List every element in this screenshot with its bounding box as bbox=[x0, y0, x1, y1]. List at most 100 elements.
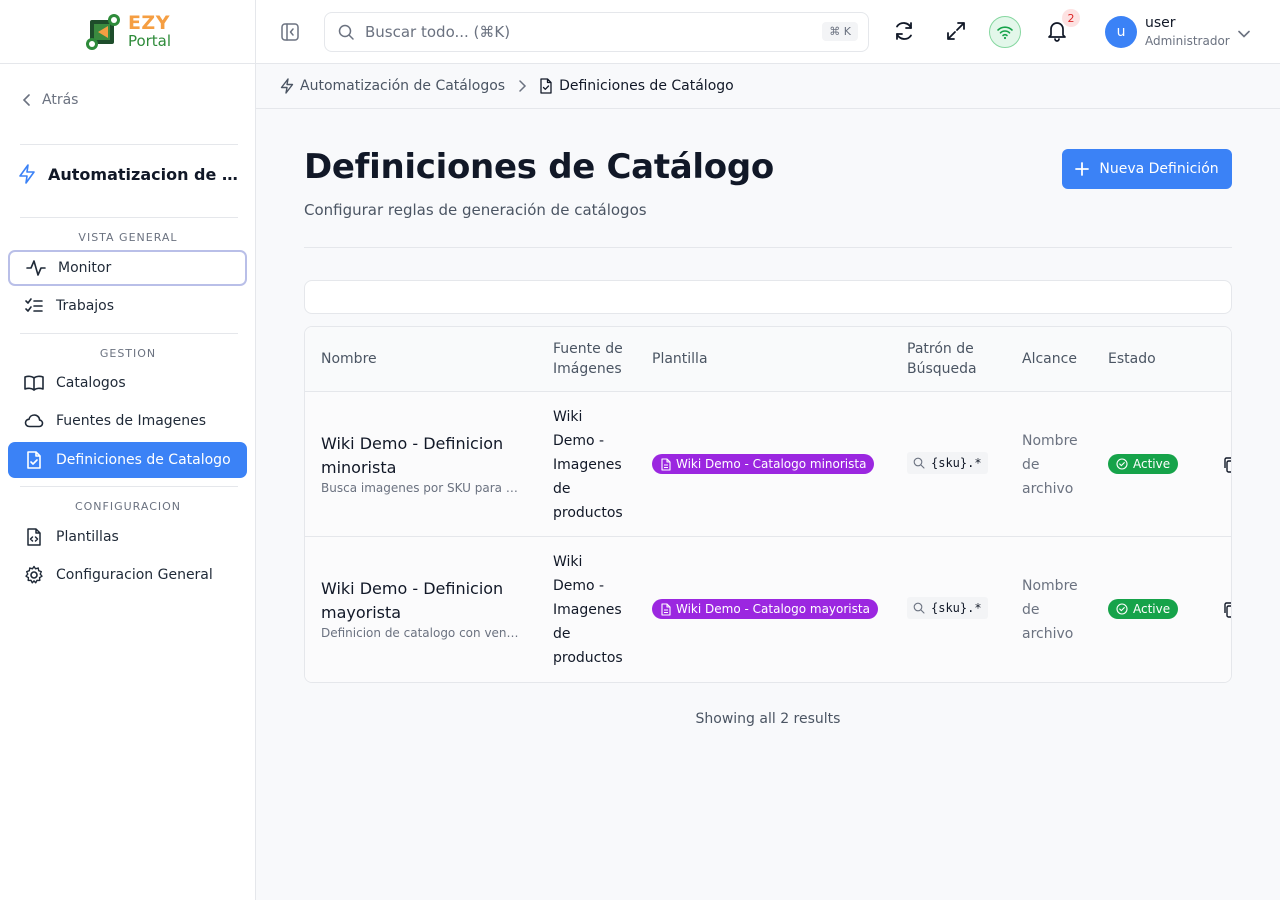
breadcrumb-current: Definiciones de Catálogo bbox=[539, 78, 734, 94]
table-row[interactable]: Wiki Demo - Definicion mayorista Definic… bbox=[305, 537, 1232, 682]
breadcrumb-parent-label: Automatización de Catálogos bbox=[300, 78, 506, 94]
copy-icon[interactable] bbox=[1223, 602, 1232, 618]
user-role: Administrador bbox=[1145, 34, 1230, 48]
new-definition-label: Nueva Definición bbox=[1099, 161, 1219, 177]
connection-status[interactable] bbox=[989, 16, 1021, 48]
user-name[interactable]: user bbox=[1145, 15, 1176, 31]
cloud-icon bbox=[24, 414, 44, 428]
column-header-fuente-line2[interactable]: Imágenes bbox=[553, 359, 622, 379]
chevron-down-icon bbox=[1238, 30, 1250, 38]
search-pattern: {sku}.* bbox=[907, 597, 988, 619]
row-alcance-line: Nombre bbox=[1022, 433, 1078, 449]
column-header-patron-line2[interactable]: Búsqueda bbox=[907, 359, 977, 379]
breadcrumb-current-label: Definiciones de Catálogo bbox=[559, 78, 734, 94]
sidebar-item-label: Monitor bbox=[58, 260, 112, 276]
sidebar-divider bbox=[20, 486, 238, 487]
check-circle-icon bbox=[1116, 603, 1128, 615]
refresh-button[interactable] bbox=[893, 20, 915, 46]
sidebar-divider bbox=[20, 217, 238, 218]
search-pattern: {sku}.* bbox=[907, 452, 988, 474]
logo-mark-icon bbox=[85, 13, 120, 50]
breadcrumb: Automatización de Catálogos Definiciones… bbox=[256, 64, 1280, 109]
module-title: Automatizacion de Catalogos bbox=[48, 164, 240, 184]
section-label-configuracion: CONFIGURACION bbox=[74, 500, 182, 513]
breadcrumb-parent[interactable]: Automatización de Catálogos bbox=[280, 78, 505, 94]
chevron-right-icon bbox=[519, 80, 527, 92]
user-menu-toggle[interactable] bbox=[1238, 26, 1250, 42]
row-fuente-line: productos bbox=[553, 505, 623, 521]
book-open-icon bbox=[24, 375, 44, 391]
column-header-nombre[interactable]: Nombre bbox=[321, 349, 377, 369]
search-icon bbox=[338, 24, 354, 40]
sidebar-item-label: Configuracion General bbox=[56, 567, 213, 583]
notification-count-badge: 2 bbox=[1062, 9, 1080, 27]
definitions-table: Nombre Fuente de Imágenes Plantilla Patr… bbox=[304, 326, 1232, 683]
sidebar-item-label: Definiciones de Catalogo bbox=[56, 452, 231, 468]
sidebar-item-label: Trabajos bbox=[56, 298, 115, 314]
template-badge[interactable]: Wiki Demo - Catalogo minorista bbox=[652, 454, 875, 474]
sidebar-item-configuracion-general[interactable]: Configuracion General bbox=[8, 557, 247, 593]
check-circle-icon bbox=[1116, 458, 1128, 470]
sidebar-item-trabajos[interactable]: Trabajos bbox=[8, 288, 247, 324]
column-header-fuente-line1[interactable]: Fuente de bbox=[553, 339, 623, 359]
sidebar-item-catalogos[interactable]: Catalogos bbox=[8, 365, 247, 401]
row-alcance-line: de bbox=[1022, 602, 1040, 618]
row-alcance-line: de bbox=[1022, 457, 1040, 473]
zap-icon bbox=[19, 164, 35, 184]
logo-name-top: EZY bbox=[127, 12, 170, 34]
column-header-estado[interactable]: Estado bbox=[1108, 349, 1156, 369]
filter-bar[interactable] bbox=[304, 280, 1232, 314]
fullscreen-button[interactable] bbox=[945, 20, 967, 46]
status-badge-label: Active bbox=[1133, 457, 1171, 471]
copy-icon[interactable] bbox=[1223, 457, 1232, 473]
sidebar-item-monitor[interactable]: Monitor bbox=[8, 250, 247, 286]
row-description: Busca imagenes por SKU para catalogo min… bbox=[321, 481, 523, 495]
column-header-alcance[interactable]: Alcance bbox=[1022, 349, 1077, 369]
top-header: Buscar todo... (⌘K) ⌘ K 2 u user Adminis… bbox=[256, 0, 1280, 64]
page-subtitle: Configurar reglas de generación de catál… bbox=[304, 201, 647, 219]
new-definition-button[interactable]: Nueva Definición bbox=[1062, 149, 1232, 189]
search-pattern-text: {sku}.* bbox=[931, 456, 982, 470]
table-header: Nombre Fuente de Imágenes Plantilla Patr… bbox=[305, 327, 1231, 392]
sidebar-item-label: Plantillas bbox=[56, 529, 119, 545]
template-badge[interactable]: Wiki Demo - Catalogo mayorista bbox=[652, 599, 878, 619]
results-count: Showing all 2 results bbox=[695, 711, 841, 727]
logo-name-bottom: Portal bbox=[127, 32, 172, 50]
sidebar-divider bbox=[20, 144, 238, 145]
row-fuente-line: de bbox=[553, 481, 571, 497]
sidebar-item-fuentes-de-imagenes[interactable]: Fuentes de Imagenes bbox=[8, 403, 247, 439]
back-label: Atrás bbox=[42, 92, 79, 108]
file-check-icon bbox=[540, 78, 552, 94]
back-link[interactable]: Atrás bbox=[22, 92, 78, 108]
sidebar-toggle-button[interactable] bbox=[280, 22, 300, 46]
row-fuente-line: Wiki bbox=[553, 409, 583, 425]
sidebar-item-label: Catalogos bbox=[56, 375, 126, 391]
ezy-portal-logo[interactable]: EZY Portal bbox=[84, 12, 171, 52]
sidebar-item-definiciones-de-catalogo[interactable]: Definiciones de Catalogo bbox=[8, 442, 247, 478]
activity-icon bbox=[26, 260, 46, 276]
template-badge-label: Wiki Demo - Catalogo minorista bbox=[676, 457, 867, 471]
settings-icon bbox=[25, 565, 43, 584]
search-input[interactable]: Buscar todo... (⌘K) ⌘ K bbox=[324, 12, 869, 52]
column-header-plantilla[interactable]: Plantilla bbox=[652, 349, 708, 369]
row-fuente-line: Wiki bbox=[553, 554, 583, 570]
avatar[interactable]: u bbox=[1105, 16, 1137, 48]
sidebar-item-plantillas[interactable]: Plantillas bbox=[8, 519, 247, 555]
row-name-line1: Wiki Demo - Definicion bbox=[321, 579, 504, 598]
search-code-icon bbox=[913, 602, 925, 614]
section-label-gestion: GESTION bbox=[99, 347, 157, 360]
panel-left-close-icon bbox=[281, 23, 299, 41]
table-row[interactable]: Wiki Demo - Definicion minorista Busca i… bbox=[305, 392, 1232, 537]
row-alcance-line: Nombre bbox=[1022, 578, 1078, 594]
maximize-icon bbox=[947, 22, 965, 40]
row-name-line1: Wiki Demo - Definicion bbox=[321, 434, 504, 453]
module-header: Automatizacion de Catalogos bbox=[18, 164, 240, 184]
refresh-icon bbox=[896, 22, 912, 40]
sidebar-divider bbox=[20, 333, 238, 334]
row-fuente-line: Imagenes bbox=[553, 457, 622, 473]
section-label-vista-general: VISTA GENERAL bbox=[78, 231, 178, 244]
search-code-icon bbox=[913, 457, 925, 469]
search-pattern-text: {sku}.* bbox=[931, 601, 982, 615]
column-header-patron-line1[interactable]: Patrón de bbox=[907, 339, 974, 359]
header-divider bbox=[304, 247, 1232, 248]
